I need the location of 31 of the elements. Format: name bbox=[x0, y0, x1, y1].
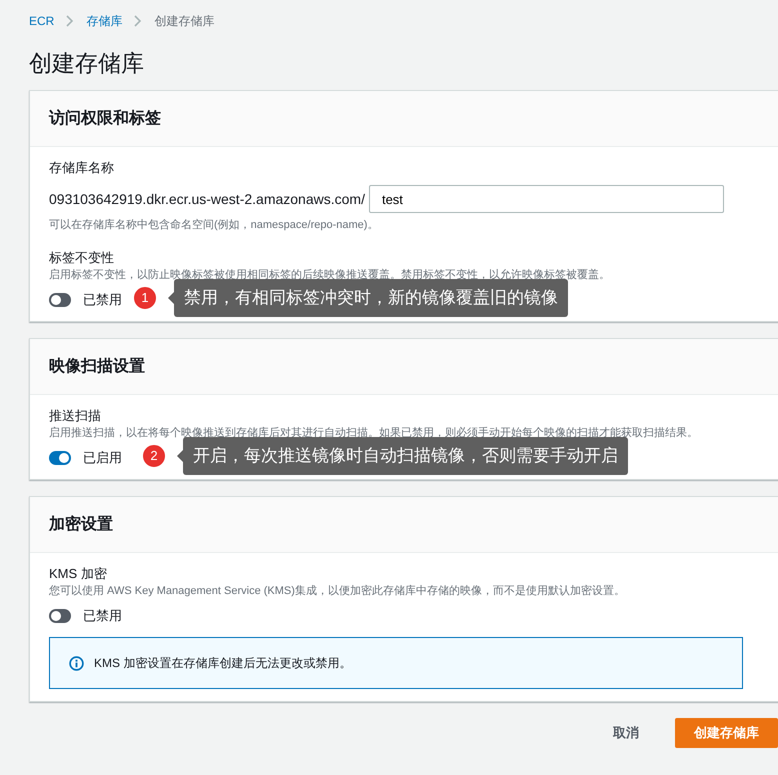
field-label: 标签不变性 bbox=[49, 249, 115, 267]
chevron-icon bbox=[66, 15, 74, 27]
section-title: 加密设置 bbox=[30, 497, 778, 553]
info-text: KMS 加密设置在存储库创建后无法更改或禁用。 bbox=[94, 655, 352, 672]
name-input[interactable]: test bbox=[368, 185, 724, 213]
callout-number: 1 bbox=[132, 285, 158, 311]
callout-number: 2 bbox=[141, 443, 167, 469]
toggle-state: 已禁用 bbox=[83, 291, 122, 310]
breadcrumb-link[interactable]: 存储库 bbox=[86, 12, 122, 30]
breadcrumb-link[interactable]: ECR bbox=[29, 12, 54, 30]
toggle-switch[interactable] bbox=[49, 293, 71, 307]
field-label: 推送扫描 bbox=[49, 407, 102, 425]
field-label: 存储库名称 bbox=[49, 159, 115, 177]
field-description: 您可以使用 AWS Key Management Service (KMS)集成，以便加密此存储库中存储的映像，而不是使用默认加密设置。 bbox=[49, 584, 626, 599]
cancel-button[interactable]: 取消 bbox=[607, 722, 645, 744]
field-hint: 可以在存储库名称中包含命名空间(例如，namespace/repo-name)。 bbox=[49, 218, 380, 233]
callout-text: 禁用，有相同标签冲突时，新的镜像覆盖旧的镜像 bbox=[174, 279, 568, 317]
info-icon bbox=[69, 656, 84, 670]
url-prefix: 093103642919.dkr.ecr.us-west-2.amazonaws.com/ bbox=[49, 190, 365, 208]
section-title: 映像扫描设置 bbox=[30, 339, 778, 395]
toggle-state: 已启用 bbox=[83, 449, 122, 468]
toggle-switch[interactable] bbox=[49, 609, 71, 623]
field-label: KMS 加密 bbox=[49, 565, 108, 583]
breadcrumb-current: 创建存储库 bbox=[154, 13, 214, 30]
toggle-state: 已禁用 bbox=[83, 607, 122, 626]
create-button[interactable]: 创建存储库 bbox=[675, 718, 778, 748]
toggle-switch[interactable] bbox=[49, 451, 71, 465]
chevron-icon bbox=[134, 15, 142, 27]
callout-text: 开启，每次推送镜像时自动扫描镜像，否则需要手动开启 bbox=[183, 437, 628, 475]
page-title: 创建存储库 bbox=[29, 49, 145, 78]
section-title: 访问权限和标签 bbox=[30, 91, 778, 147]
